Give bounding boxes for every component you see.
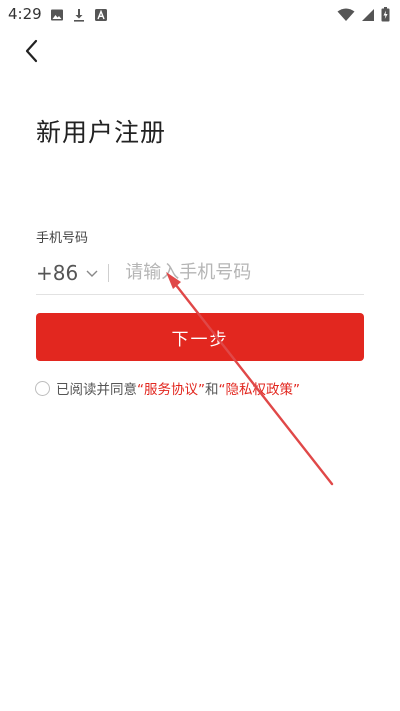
agreement-row: 已阅读并同意 “服务协议” 和 “隐私权政策” [35,378,300,398]
status-left: 4:29 [8,5,108,23]
page-title: 新用户注册 [36,118,167,147]
agree-checkbox[interactable] [35,380,50,396]
registration-screen: 4:29 新用户注册 手机号码 +86 请输入手机号码 下一步 已阅读并同意 “… [0,0,400,711]
chevron-down-icon [86,263,98,282]
agreement-prefix: 已阅读并同意 [56,382,137,398]
terms-of-service-link[interactable]: “服务协议” [137,378,205,398]
chevron-left-icon [24,39,40,67]
country-code: +86 [36,260,79,285]
status-right [337,7,390,22]
status-bar: 4:29 [0,0,400,28]
download-icon [72,7,86,22]
image-icon [50,7,64,21]
status-time: 4:29 [8,5,42,23]
phone-input-row: +86 [36,251,364,295]
back-button[interactable] [18,38,46,68]
wifi-icon [337,7,355,21]
phone-label: 手机号码 [36,231,89,246]
country-code-selector[interactable]: +86 [36,251,98,294]
font-a-icon [94,7,108,21]
input-divider [108,263,110,282]
privacy-policy-link[interactable]: “隐私权政策” [219,378,301,398]
next-step-button[interactable]: 下一步 [36,313,364,361]
battery-charging-icon [381,7,390,22]
agreement-conjunction: 和 [205,382,219,398]
phone-number-input[interactable] [125,254,364,291]
signal-icon [361,7,375,21]
